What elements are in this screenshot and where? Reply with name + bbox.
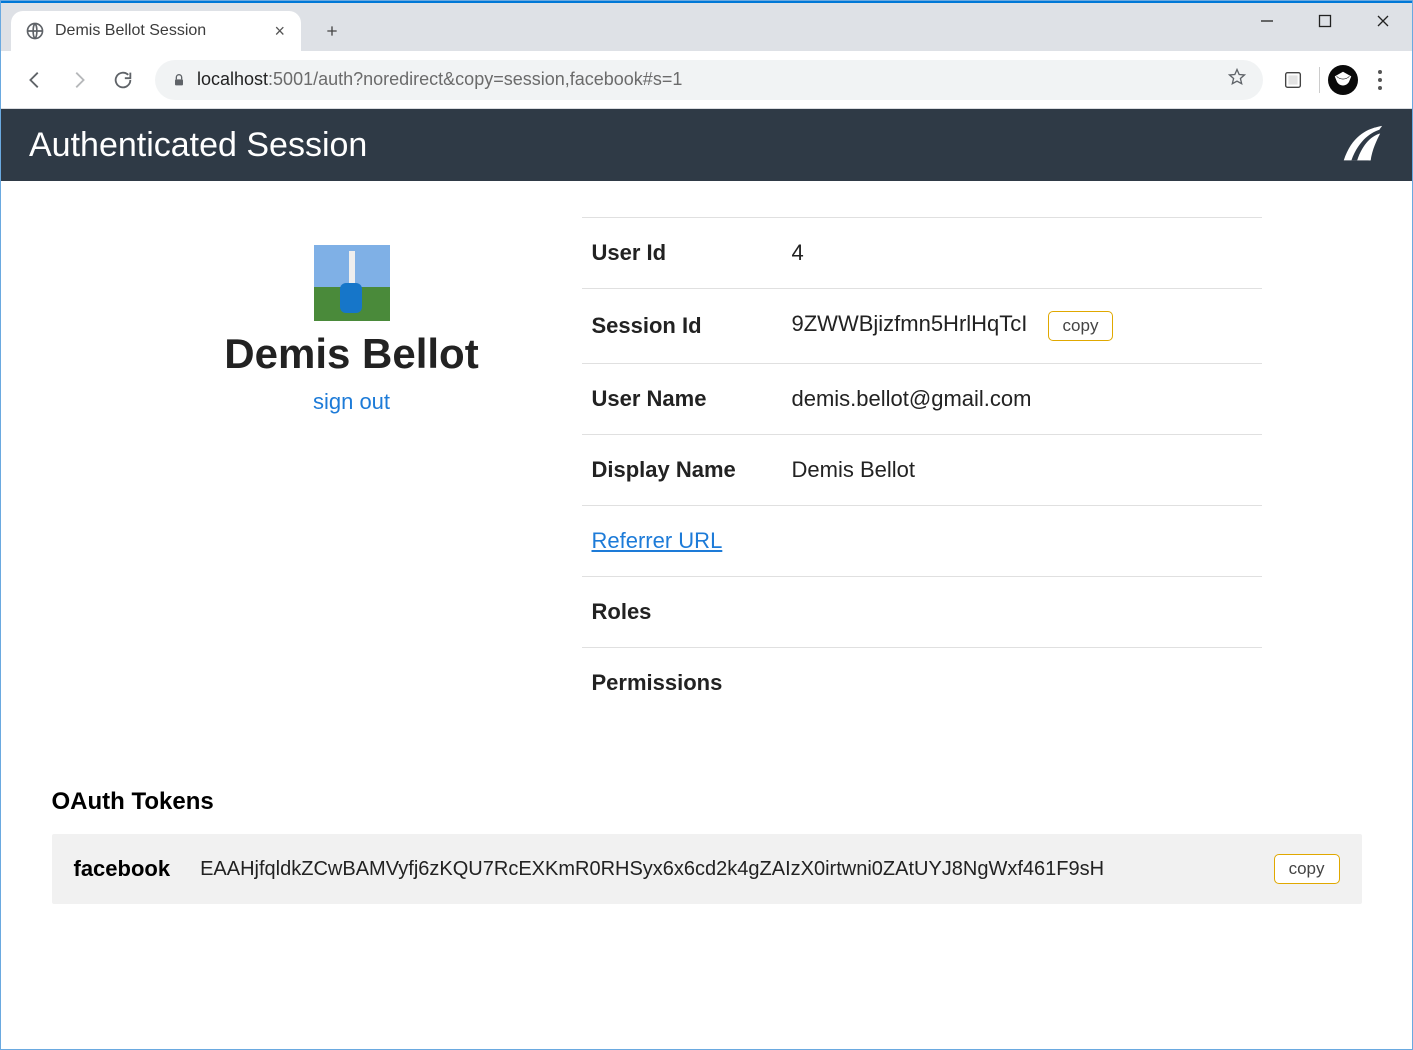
extension-icon[interactable]	[1275, 62, 1311, 98]
address-bar[interactable]: localhost:5001/auth?noredirect&copy=sess…	[155, 60, 1263, 100]
browser-toolbar: localhost:5001/auth?noredirect&copy=sess…	[1, 51, 1412, 109]
table-row: Roles	[582, 577, 1262, 648]
profile-panel: Demis Bellot sign out	[152, 217, 552, 718]
page-content: Demis Bellot sign out User Id 4 Session …	[1, 181, 1412, 1049]
oauth-tokens-section: OAuth Tokens facebook EAAHjfqldkZCwBAMVy…	[32, 788, 1382, 904]
copy-session-id-button[interactable]: copy	[1048, 311, 1114, 341]
toolbar-separator	[1319, 67, 1320, 93]
label-user-name: User Name	[582, 364, 782, 435]
bookmark-star-icon[interactable]	[1227, 67, 1247, 92]
forward-button[interactable]	[59, 60, 99, 100]
minimize-button[interactable]	[1238, 1, 1296, 41]
close-window-button[interactable]	[1354, 1, 1412, 41]
table-row: User Name demis.bellot@gmail.com	[582, 364, 1262, 435]
oauth-heading: OAuth Tokens	[52, 788, 1362, 816]
brand-logo-icon	[1338, 122, 1384, 168]
new-tab-button[interactable]	[315, 14, 349, 48]
oauth-token-value: EAAHjfqldkZCwBAMVyfj6zKQU7RcEXKmR0RHSyx6…	[200, 858, 1229, 881]
table-row: User Id 4	[582, 218, 1262, 289]
label-permissions: Permissions	[582, 648, 1262, 719]
value-session-id: 9ZWWBjizfmn5HrlHqTcI copy	[782, 289, 1262, 364]
profile-avatar-button[interactable]	[1328, 65, 1358, 95]
globe-icon	[25, 21, 45, 41]
copy-oauth-token-button[interactable]: copy	[1274, 854, 1340, 884]
table-row: Referrer URL	[582, 506, 1262, 577]
lock-icon	[171, 72, 187, 88]
browser-tab[interactable]: Demis Bellot Session ×	[11, 11, 301, 51]
oauth-token-row: facebook EAAHjfqldkZCwBAMVyfj6zKQU7RcEXK…	[52, 834, 1362, 904]
sign-out-link[interactable]: sign out	[313, 389, 390, 414]
label-display-name: Display Name	[582, 435, 782, 506]
maximize-button[interactable]	[1296, 1, 1354, 41]
tab-title: Demis Bellot Session	[55, 22, 264, 40]
value-display-name: Demis Bellot	[782, 435, 1262, 506]
page-header: Authenticated Session	[1, 109, 1412, 181]
window-accent	[1, 1, 1412, 3]
value-user-id: 4	[782, 218, 1262, 289]
label-roles: Roles	[582, 577, 1262, 648]
value-user-name: demis.bellot@gmail.com	[782, 364, 1262, 435]
label-session-id: Session Id	[582, 289, 782, 364]
profile-display-name: Demis Bellot	[152, 331, 552, 377]
session-id-text: 9ZWWBjizfmn5HrlHqTcI	[792, 311, 1028, 336]
reload-button[interactable]	[103, 60, 143, 100]
browser-titlebar: Demis Bellot Session ×	[1, 1, 1412, 51]
url-text: localhost:5001/auth?noredirect&copy=sess…	[197, 69, 682, 90]
label-user-id: User Id	[582, 218, 782, 289]
page-title: Authenticated Session	[29, 126, 367, 165]
table-row: Session Id 9ZWWBjizfmn5HrlHqTcI copy	[582, 289, 1262, 364]
profile-photo	[314, 245, 390, 321]
session-details: User Id 4 Session Id 9ZWWBjizfmn5HrlHqTc…	[582, 217, 1262, 718]
back-button[interactable]	[15, 60, 55, 100]
table-row: Permissions	[582, 648, 1262, 719]
table-row: Display Name Demis Bellot	[582, 435, 1262, 506]
referrer-url-link[interactable]: Referrer URL	[592, 528, 723, 553]
browser-menu-button[interactable]	[1362, 62, 1398, 98]
tab-close-button[interactable]: ×	[274, 22, 285, 40]
oauth-provider: facebook	[74, 856, 171, 882]
